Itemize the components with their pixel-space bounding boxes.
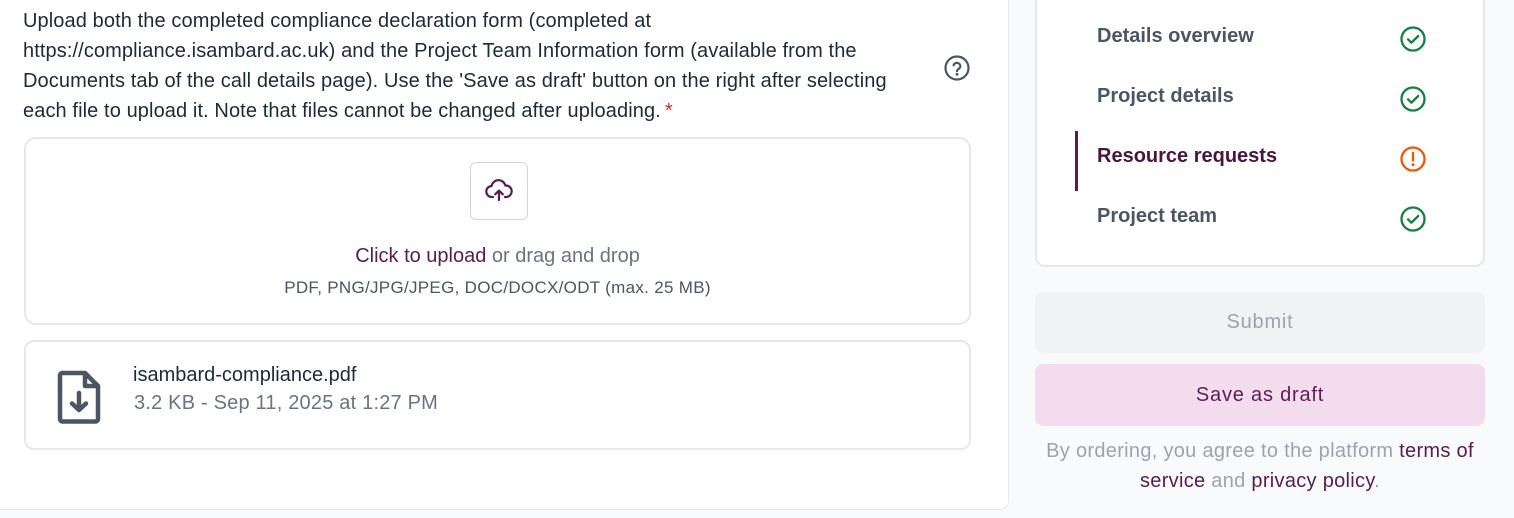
nav-item-label: Project team	[1097, 205, 1218, 227]
file-meta: 3.2 KB - Sep 11, 2025 at 1:27 PM	[134, 392, 438, 414]
allowed-file-types: PDF, PNG/JPG/JPEG, DOC/DOCX/ODT (max. 25…	[284, 278, 711, 297]
nav-item-details-overview[interactable]: Details overview	[1075, 17, 1426, 57]
nav-item-label: Resource requests	[1097, 145, 1278, 167]
upload-instructions: Upload both the completed compliance dec…	[23, 6, 933, 126]
nav-item-label: Details overview	[1097, 25, 1254, 47]
nav-item-label: Project details	[1097, 85, 1234, 107]
submit-button[interactable]: Submit	[1035, 292, 1485, 353]
question-circle-icon[interactable]	[943, 54, 971, 82]
steps-nav: Details overview Project details Resourc…	[1035, 0, 1485, 267]
check-circle-icon	[1400, 26, 1426, 52]
privacy-policy-link[interactable]: privacy policy	[1251, 470, 1374, 492]
nav-item-resource-requests[interactable]: Resource requests	[1075, 131, 1426, 191]
instructions-text: Upload both the completed compliance dec…	[23, 10, 887, 122]
upload-panel: Upload both the completed compliance dec…	[0, 0, 1009, 510]
required-marker: *	[664, 100, 673, 122]
drag-drop-text: or drag and drop	[486, 245, 640, 267]
terms-middle: and	[1205, 470, 1252, 492]
terms-suffix: .	[1374, 470, 1381, 492]
check-circle-icon	[1400, 206, 1426, 232]
nav-item-project-team[interactable]: Project team	[1075, 197, 1426, 237]
nav-item-project-details[interactable]: Project details	[1075, 77, 1426, 117]
check-circle-icon	[1400, 86, 1426, 112]
upload-prompt: Click to upload or drag and drop	[26, 243, 969, 269]
warning-circle-icon	[1400, 146, 1426, 172]
upload-icon-box[interactable]	[470, 162, 528, 220]
file-dropzone[interactable]: Click to upload or drag and drop PDF, PN…	[24, 137, 971, 325]
terms-prefix: By ordering, you agree to the platform	[1046, 440, 1400, 462]
click-to-upload-link[interactable]: Click to upload	[355, 245, 486, 267]
file-download-icon	[57, 370, 101, 424]
file-name: isambard-compliance.pdf	[133, 364, 357, 386]
cloud-upload-icon	[485, 179, 513, 202]
terms-notice: By ordering, you agree to the platform t…	[1035, 436, 1485, 496]
uploaded-file-item: isambard-compliance.pdf 3.2 KB - Sep 11,…	[24, 340, 971, 450]
save-draft-button[interactable]: Save as draft	[1035, 364, 1485, 426]
